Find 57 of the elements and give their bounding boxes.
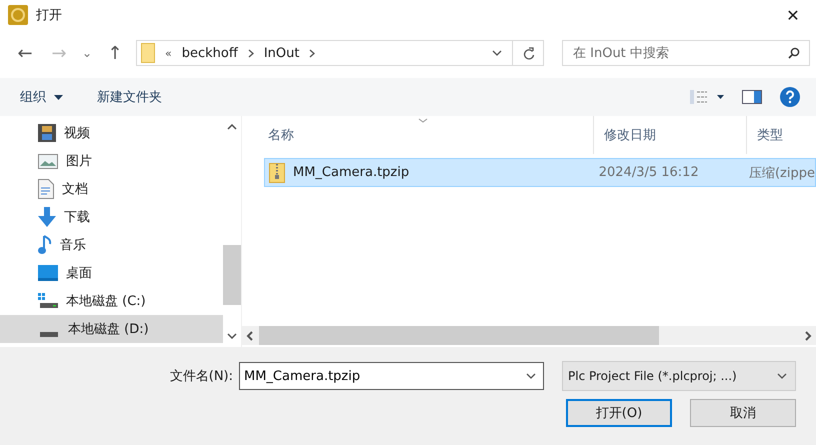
chevron-right-icon[interactable] bbox=[309, 48, 316, 58]
column-header[interactable]: 名称 bbox=[268, 126, 294, 144]
column-header[interactable]: 修改日期 bbox=[604, 126, 656, 144]
new-folder-button[interactable]: 新建文件夹 bbox=[89, 84, 170, 110]
sidebar-item[interactable]: 桌面 bbox=[0, 259, 223, 287]
drive-icon bbox=[40, 332, 58, 336]
search-icon bbox=[788, 47, 800, 59]
file-type-dropdown[interactable]: Plc Project File (*.plcproj; ...) bbox=[562, 361, 796, 391]
sidebar-item[interactable]: 文档 bbox=[0, 175, 223, 203]
scrollbar-thumb[interactable] bbox=[259, 326, 659, 345]
file-name: MM_Camera.tpzip bbox=[293, 165, 410, 180]
help-icon[interactable] bbox=[780, 87, 800, 107]
sidebar-item[interactable]: 音乐 bbox=[0, 231, 223, 259]
file-type: 压缩(zippe bbox=[748, 164, 815, 182]
sidebar-item[interactable]: 图片 bbox=[0, 147, 223, 175]
chevron-down-icon[interactable] bbox=[492, 50, 502, 56]
drive-icon bbox=[38, 293, 58, 309]
document-icon bbox=[38, 179, 54, 199]
preview-pane-icon[interactable] bbox=[742, 90, 762, 104]
close-button[interactable]: ✕ bbox=[770, 0, 816, 30]
breadcrumb-item[interactable]: beckhoff bbox=[182, 46, 238, 60]
sidebar-item[interactable]: 视频 bbox=[0, 119, 223, 147]
folder-icon bbox=[141, 43, 155, 63]
search-field[interactable]: 在 InOut 中搜索 bbox=[562, 40, 810, 66]
overflow-chevron[interactable]: « bbox=[165, 46, 172, 60]
view-options-icon[interactable] bbox=[690, 90, 724, 104]
up-button[interactable]: ↑ bbox=[100, 42, 130, 64]
open-button[interactable]: 打开(O) bbox=[566, 399, 672, 427]
file-name-label: 文件名(N): bbox=[170, 368, 233, 385]
column-header[interactable]: 类型 bbox=[757, 126, 783, 144]
film-icon bbox=[38, 124, 56, 142]
address-bar[interactable]: « beckhoff InOut bbox=[136, 40, 544, 66]
chevron-right-icon[interactable] bbox=[248, 48, 254, 58]
music-note-icon bbox=[38, 235, 52, 255]
refresh-icon[interactable] bbox=[523, 46, 535, 60]
chevron-down-icon bbox=[777, 373, 787, 379]
scrollbar-thumb[interactable] bbox=[223, 245, 241, 305]
zip-folder-icon bbox=[269, 162, 285, 182]
breadcrumb-item[interactable]: InOut bbox=[264, 46, 300, 60]
back-button[interactable]: ← bbox=[10, 42, 40, 64]
desktop-icon bbox=[38, 265, 58, 281]
recent-locations-button[interactable]: ⌄ bbox=[78, 46, 96, 60]
download-arrow-icon bbox=[38, 207, 56, 227]
window-title: 打开 bbox=[36, 7, 62, 24]
sidebar-item[interactable]: 本地磁盘 (D:) bbox=[0, 315, 223, 343]
sort-indicator-icon bbox=[418, 118, 428, 123]
modified-date: 2024/3/5 16:12 bbox=[598, 165, 699, 180]
file-row[interactable]: MM_Camera.tpzip 2024/3/5 16:12 压缩(zippe bbox=[264, 158, 816, 187]
cancel-button[interactable]: 取消 bbox=[690, 399, 796, 427]
dropdown-triangle-icon bbox=[54, 94, 64, 100]
file-name-field[interactable]: MM_Camera.tpzip bbox=[239, 362, 544, 390]
picture-icon bbox=[38, 154, 58, 168]
sidebar-item[interactable]: 下载 bbox=[0, 203, 223, 231]
organize-button[interactable]: 组织 bbox=[12, 84, 72, 110]
chevron-down-icon[interactable] bbox=[526, 373, 536, 379]
app-icon bbox=[8, 5, 28, 25]
sidebar-item[interactable]: 本地磁盘 (C:) bbox=[0, 287, 223, 315]
